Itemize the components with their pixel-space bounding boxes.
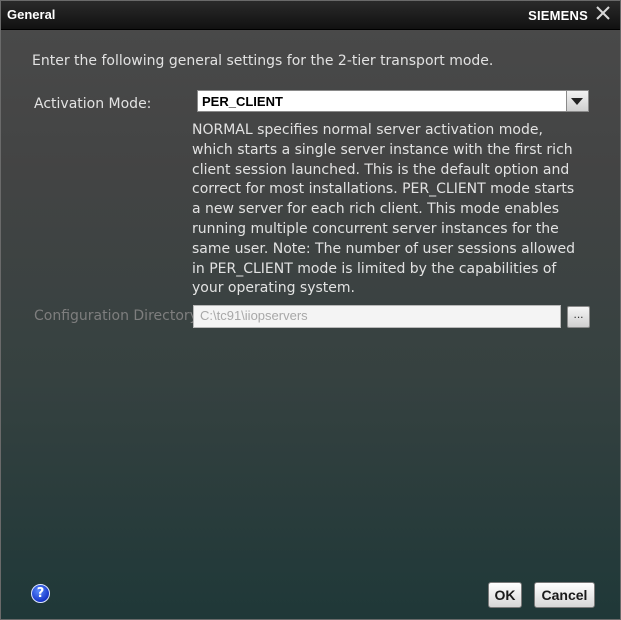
close-icon[interactable]: [594, 4, 612, 22]
intro-text: Enter the following general settings for…: [32, 53, 494, 69]
ok-button[interactable]: OK: [488, 582, 522, 608]
brand-logo: SIEMENS: [528, 8, 588, 23]
dropdown-button[interactable]: [566, 91, 588, 111]
activation-mode-description: NORMAL specifies normal server activatio…: [192, 122, 575, 297]
window-title: General: [7, 7, 56, 22]
activation-mode-value: PER_CLIENT: [202, 94, 283, 109]
cancel-button[interactable]: Cancel: [534, 582, 595, 608]
title-bar[interactable]: General SIEMENS: [1, 1, 620, 30]
browse-button: ...: [567, 306, 590, 328]
config-directory-label: Configuration Directory:: [34, 308, 202, 324]
config-directory-input: C:\tc91\iiopservers: [193, 305, 561, 328]
activation-mode-select[interactable]: PER_CLIENT: [197, 90, 589, 112]
general-dialog: General SIEMENS Enter the following gene…: [0, 0, 621, 620]
help-icon[interactable]: ?: [31, 584, 50, 603]
chevron-down-icon: [571, 98, 583, 105]
activation-mode-label: Activation Mode:: [34, 96, 152, 112]
